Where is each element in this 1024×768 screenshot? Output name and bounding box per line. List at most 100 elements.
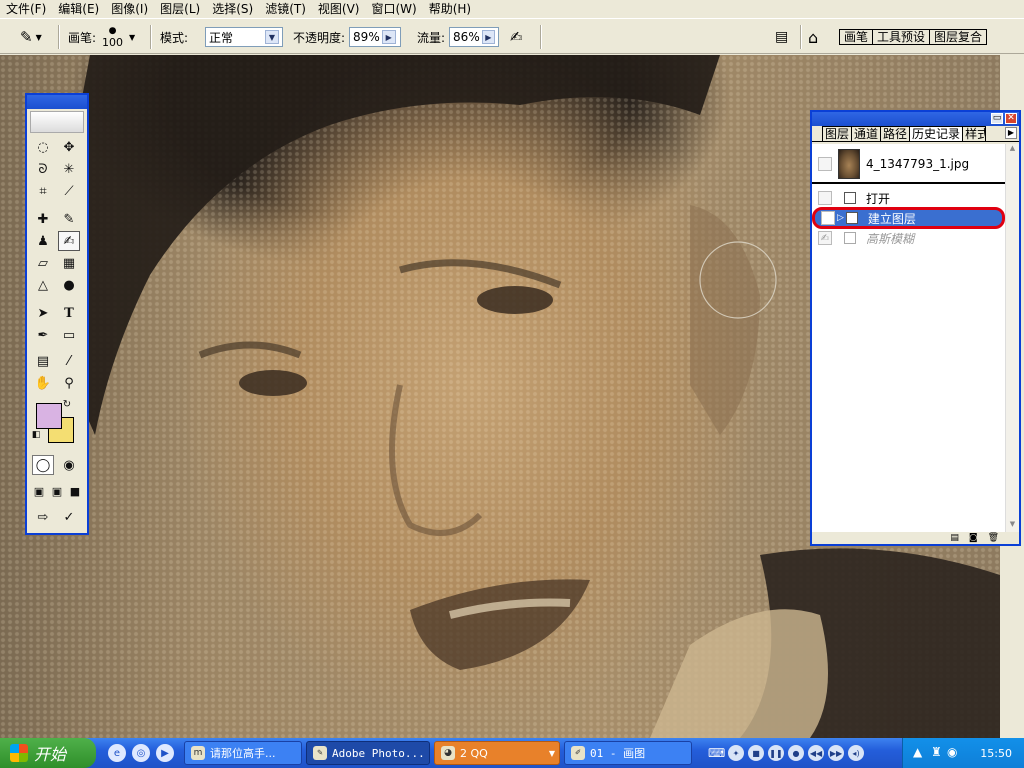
lasso-tool-icon[interactable]: ᘐ [32,159,54,179]
brush-picker[interactable]: ● 100 [102,26,123,48]
brush-tool-icon[interactable]: ✎ [58,209,80,229]
edit-in-imageready-icon[interactable]: ✓ [58,507,80,527]
minimize-icon[interactable]: ▭ [991,113,1003,124]
tab-paths[interactable]: 路径 [880,126,911,141]
clock[interactable]: 15:50 [980,747,1012,760]
tab-channels[interactable]: 通道 [851,126,882,141]
history-source-checkbox[interactable] [818,191,832,205]
previous-icon[interactable]: ◀◀ [808,745,824,761]
palette-well-icon[interactable]: ⌂ [808,28,818,47]
pen-tool-icon[interactable]: ✒ [32,325,54,345]
palette-menu-icon[interactable]: ▶ [1005,127,1017,139]
new-snapshot-icon[interactable]: ◙ [969,533,978,543]
screen-mode-full-icon[interactable]: ■ [66,481,84,501]
jump-to-imageready-icon[interactable]: ⇨ [32,507,54,527]
dock-tab-layer-comps[interactable]: 图层复合 [929,29,988,45]
menu-file[interactable]: 文件(F) [0,0,52,18]
keyboard-icon[interactable]: ⌨ [708,746,725,760]
toolbox-titlebar[interactable] [27,95,87,109]
standard-mode-icon[interactable]: ◯ [32,455,54,475]
screen-mode-menu-icon[interactable]: ▣ [48,481,66,501]
slider-arrow-icon[interactable]: ▶ [481,30,496,44]
marquee-tool-icon[interactable]: ◌ [32,137,54,157]
pause-icon[interactable]: ❚❚ [768,745,784,761]
slice-tool-icon[interactable]: ⟋ [58,181,80,201]
flow-field[interactable]: 86% ▶ [449,27,500,47]
clone-stamp-tool-icon[interactable]: ♟ [32,231,54,251]
tab-history[interactable]: 历史记录 [909,126,964,141]
stop-icon[interactable]: ● [788,745,804,761]
scroll-up-icon[interactable]: ▲ [1006,144,1019,156]
menu-filter[interactable]: 滤镜(T) [259,0,312,18]
screen-mode-standard-icon[interactable]: ▣ [30,481,48,501]
type-tool-icon[interactable]: T [58,303,80,323]
scroll-down-icon[interactable]: ▼ [1006,520,1019,532]
menu-view[interactable]: 视图(V) [312,0,366,18]
swap-colors-icon[interactable]: ↻ [60,397,74,411]
move-tool-icon[interactable]: ✥ [58,137,80,157]
history-state[interactable]: ✍ 高斯模糊 [812,228,1005,248]
notes-tool-icon[interactable]: ▤ [32,351,54,371]
foreground-color-swatch[interactable] [36,403,62,429]
slider-arrow-icon[interactable]: ▶ [381,30,396,44]
history-snapshot[interactable]: 4_1347793_1.jpg [812,146,1005,184]
task-qq[interactable]: ◕ 2 QQ ▼ [434,741,560,765]
chevron-down-icon[interactable]: ▼ [129,33,135,42]
gradient-tool-icon[interactable]: ▦ [58,253,80,273]
volume-icon[interactable]: ◂) [848,745,864,761]
task-paint[interactable]: ✐ 01 - 画图 [564,741,692,765]
browser-icon[interactable]: ◎ [132,744,150,762]
start-button[interactable]: 开始 [0,738,96,768]
close-icon[interactable]: ✕ [1005,113,1017,124]
eyedropper-tool-icon[interactable]: ⁄ [58,351,80,371]
dock-tab-brushes[interactable]: 画笔 [839,29,874,45]
internet-explorer-icon[interactable]: e [108,744,126,762]
crop-tool-icon[interactable]: ⌗ [32,181,54,201]
menu-edit[interactable]: 编辑(E) [52,0,105,18]
security-icon[interactable]: ♜ [931,745,942,759]
history-brush-tool-icon[interactable]: ✍ [58,231,80,251]
new-document-icon[interactable]: ▤ [950,533,959,543]
rectangle-tool-icon[interactable]: ▭ [58,325,80,345]
zoom-tool-icon[interactable]: ⚲ [58,373,80,393]
menu-layer[interactable]: 图层(L) [154,0,206,18]
media-app-icon[interactable]: ✦ [728,745,744,761]
sound-icon[interactable]: ◉ [947,745,957,759]
trash-icon[interactable]: 🗑 [988,533,999,543]
file-browser-icon[interactable]: ▤ [775,29,788,45]
task-photoshop[interactable]: ✎ Adobe Photo... [306,741,430,765]
history-state-selected[interactable]: ▷ 建立图层 [812,207,1005,229]
tab-styles[interactable]: 样式 [962,126,987,141]
history-source-checkbox[interactable] [821,211,835,225]
quick-mask-mode-icon[interactable]: ◉ [58,455,80,475]
menu-help[interactable]: 帮助(H) [423,0,477,18]
menu-image[interactable]: 图像(I) [105,0,154,18]
network-icon[interactable]: ▲ [913,745,922,759]
task-browser[interactable]: m 请那位高手... [184,741,302,765]
menu-select[interactable]: 选择(S) [206,0,259,18]
menu-window[interactable]: 窗口(W) [365,0,422,18]
opacity-field[interactable]: 89% ▶ [349,27,402,47]
tab-layers[interactable]: 图层 [822,126,853,141]
feather-logo-icon[interactable] [30,111,84,133]
history-brush-source-icon[interactable]: ✍ [818,231,832,245]
default-colors-icon[interactable]: ◧ [30,429,42,441]
history-scrollbar[interactable]: ▲ ▼ [1005,144,1019,532]
next-icon[interactable]: ▶▶ [828,745,844,761]
snapshot-source-checkbox[interactable] [818,157,832,171]
media-player-icon[interactable]: ▶ [156,744,174,762]
dodge-tool-icon[interactable]: ● [58,275,80,295]
healing-brush-tool-icon[interactable]: ✚ [32,209,54,229]
path-selection-tool-icon[interactable]: ➤ [32,303,54,323]
magic-wand-tool-icon[interactable]: ✳ [58,159,80,179]
hand-tool-icon[interactable]: ✋ [32,373,54,393]
dock-tab-tool-presets[interactable]: 工具预设 [872,29,931,45]
history-state[interactable]: 打开 [812,188,1005,208]
palette-titlebar[interactable]: ▭ ✕ [812,112,1019,126]
airbrush-icon[interactable]: ✍ [510,28,523,46]
mode-select[interactable]: 正常 ▼ [205,27,283,47]
tool-preset-picker[interactable]: ✎ ▼ [20,19,42,55]
stop-icon[interactable]: ■ [748,745,764,761]
eraser-tool-icon[interactable]: ▱ [32,253,54,273]
blur-tool-icon[interactable]: △ [32,275,54,295]
